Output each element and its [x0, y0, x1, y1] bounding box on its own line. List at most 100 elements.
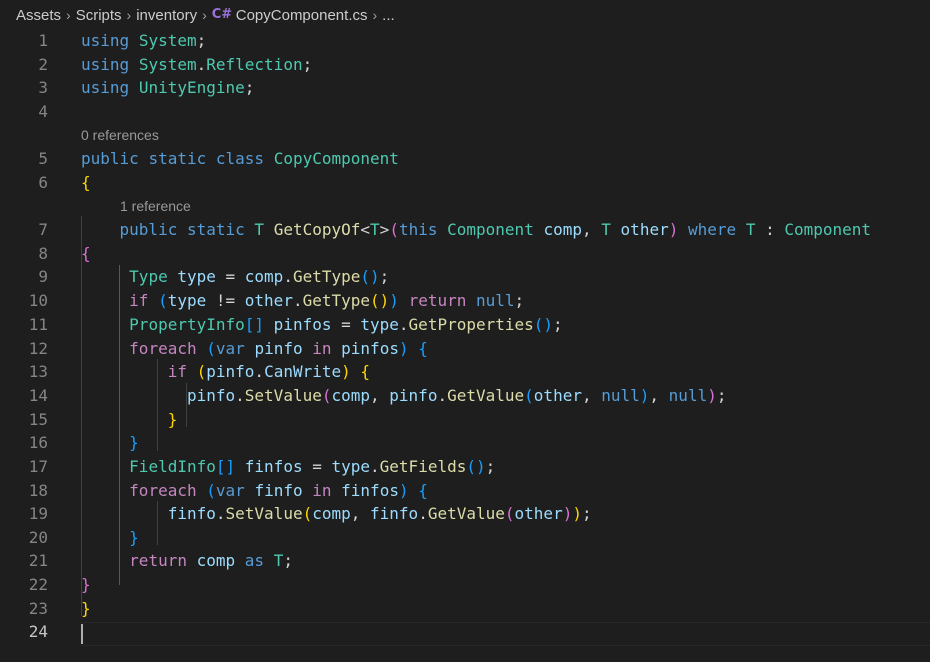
code-line[interactable]: 8{ — [0, 242, 930, 266]
code-line[interactable]: 20 } — [0, 526, 930, 550]
code-token: finfos — [244, 457, 303, 476]
code-token: ( — [302, 504, 313, 523]
code-text: foreach (var pinfo in pinfos) { — [81, 337, 428, 361]
code-token: , — [581, 386, 602, 405]
codelens-method-references[interactable]: 1 reference — [120, 196, 191, 216]
code-line[interactable]: 16 } — [0, 431, 930, 455]
line-number: 5 — [38, 149, 48, 168]
breadcrumb-scripts[interactable]: Scripts — [76, 7, 122, 24]
code-line[interactable]: 18 foreach (var finfo in finfos) { — [0, 479, 930, 503]
code-line[interactable]: 11 PropertyInfo[] pinfos = type.GetPrope… — [0, 313, 930, 337]
code-token: ; — [379, 267, 390, 286]
code-token: ( — [196, 362, 207, 381]
code-line[interactable]: 5 public static class CopyComponent — [0, 147, 930, 171]
code-text: } — [81, 431, 139, 455]
line-number: 17 — [28, 457, 48, 476]
code-line[interactable]: 1 using System; — [0, 29, 930, 53]
code-line[interactable]: 2 using System.Reflection; — [0, 53, 930, 77]
code-token: GetType — [292, 267, 361, 286]
code-line[interactable]: 24 — [0, 620, 930, 644]
code-text: } — [81, 526, 139, 550]
code-token: T — [273, 551, 284, 570]
code-token: using — [81, 78, 130, 97]
code-line[interactable]: 3 using UnityEngine; — [0, 76, 930, 100]
code-token: ) — [562, 504, 573, 523]
code-token: } — [167, 409, 178, 429]
code-token: public — [119, 220, 178, 239]
code-text: } — [81, 573, 91, 597]
code-token: > — [379, 220, 390, 239]
codelens-class-references[interactable]: 0 references — [81, 125, 159, 145]
code-line[interactable]: 22} — [0, 573, 930, 597]
breadcrumb-assets[interactable]: Assets — [16, 7, 61, 24]
code-token: = — [215, 267, 245, 286]
code-line[interactable]: 12 foreach (var pinfo in pinfos) { — [0, 337, 930, 361]
line-number: 2 — [38, 54, 48, 74]
code-token: other — [620, 220, 669, 239]
code-token: finfos — [341, 480, 399, 500]
code-token: [] — [244, 315, 265, 334]
code-line[interactable]: 10 if (type != other.GetType()) return n… — [0, 289, 930, 313]
code-token: ) — [398, 480, 409, 500]
code-token: using — [81, 31, 130, 50]
code-line[interactable]: 14 pinfo.SetValue(comp, pinfo.GetValue(o… — [0, 384, 930, 408]
code-line[interactable]: 15 } — [0, 408, 930, 432]
line-number: 10 — [28, 291, 48, 310]
line-number: 11 — [28, 315, 48, 334]
code-token: { — [418, 480, 428, 500]
code-line[interactable]: 23} — [0, 597, 930, 621]
code-token: () — [533, 315, 554, 334]
code-token: ; — [485, 457, 496, 476]
code-token: T — [370, 220, 380, 239]
code-token: } — [81, 575, 91, 594]
code-token: ) — [398, 338, 409, 358]
code-token: GetValue — [447, 386, 525, 405]
code-token: GetType — [302, 291, 371, 310]
line-number: 22 — [28, 575, 48, 594]
line-number: 7 — [38, 220, 48, 239]
line-number: 20 — [28, 527, 48, 547]
breadcrumb-file[interactable]: CopyComponent.cs — [236, 7, 368, 24]
code-line[interactable]: 17 FieldInfo[] finfos = type.GetFields()… — [0, 455, 930, 479]
line-number: 24 — [28, 622, 48, 641]
code-line[interactable]: 7 public static T GetCopyOf<T>(this Comp… — [0, 218, 930, 242]
breadcrumb-inventory[interactable]: inventory — [136, 7, 197, 24]
code-line[interactable]: 6{ — [0, 171, 930, 195]
code-token: , — [649, 386, 669, 405]
code-token: GetProperties — [408, 315, 534, 334]
code-line[interactable]: 13 if (pinfo.CanWrite) { — [0, 360, 930, 384]
code-text: } — [81, 597, 91, 621]
code-token: comp — [331, 386, 371, 405]
code-token: . — [398, 315, 409, 334]
breadcrumb-symbols[interactable]: ... — [382, 7, 395, 24]
code-text: { — [81, 242, 91, 266]
code-token: Type — [129, 267, 168, 286]
code-line[interactable]: 19 finfo.SetValue(comp, finfo.GetValue(o… — [0, 502, 930, 526]
code-line[interactable]: 21 return comp as T; — [0, 549, 930, 573]
code-line[interactable]: 4 — [0, 100, 930, 124]
code-token: ( — [206, 480, 216, 500]
code-token: System — [138, 54, 197, 74]
line-number: 1 — [38, 31, 48, 50]
code-token: ) — [389, 291, 399, 310]
code-token: ; — [581, 504, 592, 523]
code-editor[interactable]: 0 references 1 reference 1 using System; 2… — [0, 29, 930, 662]
code-token: ; — [514, 291, 525, 310]
code-line[interactable]: 9 Type type = comp.GetType(); — [0, 265, 930, 289]
code-token: . — [235, 386, 245, 405]
